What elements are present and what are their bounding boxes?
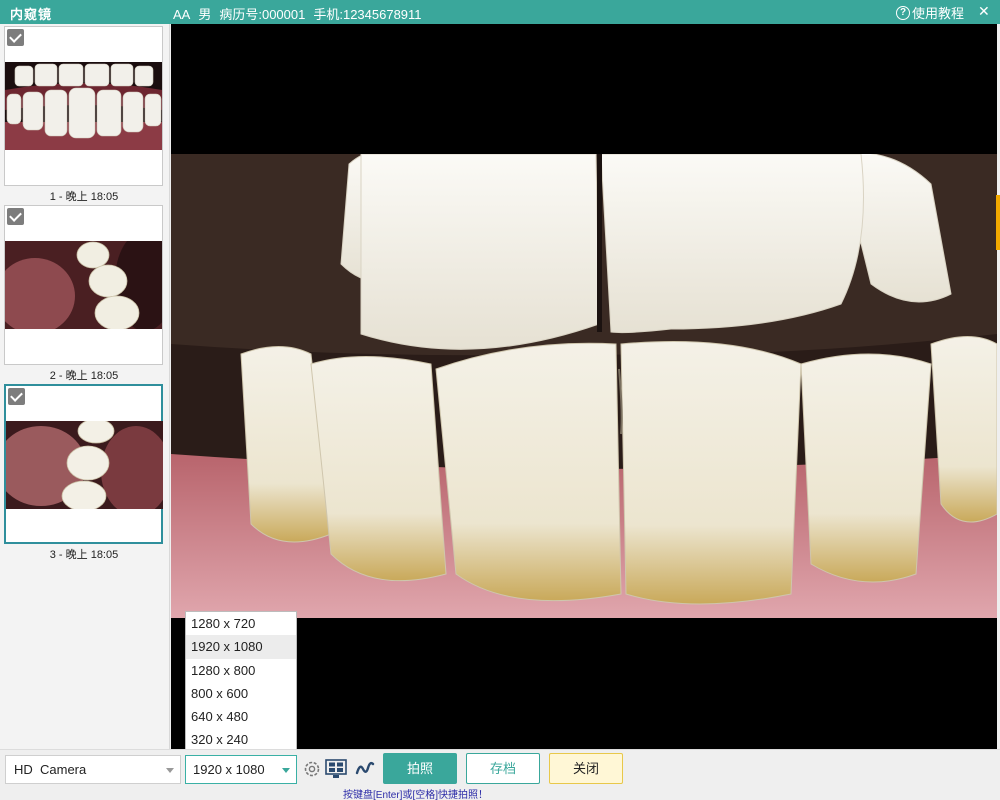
camera-select-value: HD Camera <box>14 762 87 777</box>
title-bar: 内窥镜 AA 男病历号:000001 手机:12345678911 ? 使用教程 ✕ <box>0 0 1000 24</box>
thumbnail-checkbox[interactable] <box>8 388 25 405</box>
thumbnail-checkbox[interactable] <box>7 208 24 225</box>
shortcut-hint: 按键盘[Enter]或[空格]快捷拍照！ <box>343 790 489 800</box>
gear-icon[interactable] <box>302 759 322 779</box>
patient-phone: 手机:12345678911 <box>313 7 422 22</box>
bottom-toolbar: HD Camera 1920 x 1080 拍照 存档 关闭 按键盘[Enter… <box>0 749 1000 800</box>
thumbnail-caption: 2 - 晚上 18:05 <box>49 370 119 382</box>
capture-button[interactable]: 拍照 <box>383 753 457 784</box>
thumbnail-caption: 1 - 晚上 18:05 <box>49 191 119 203</box>
close-button[interactable]: 关闭 <box>549 753 623 784</box>
resolution-option-selected[interactable]: 1920 x 1080 <box>186 635 296 659</box>
thumbnail-checkbox[interactable] <box>7 29 24 46</box>
thumbnail-sidebar: 1 - 晚上 18:05 2 - 晚上 18:05 3 - 晚上 18:05 <box>0 24 170 749</box>
archive-button[interactable]: 存档 <box>466 753 540 784</box>
resolution-select-value: 1920 x 1080 <box>193 762 265 777</box>
patient-name: AA <box>173 7 191 22</box>
patient-info: AA 男病历号:000001 手机:12345678911 <box>173 4 430 23</box>
resolution-option[interactable]: 1280 x 800 <box>186 659 296 682</box>
thumbnail-caption: 3 - 晚上 18:05 <box>49 549 119 561</box>
chevron-down-icon <box>282 768 290 773</box>
resolution-select[interactable]: 1920 x 1080 <box>185 755 297 784</box>
help-circle-icon: ? <box>896 5 910 20</box>
curve-icon[interactable] <box>355 759 375 779</box>
thumbnail-image <box>5 241 162 329</box>
thumbnail-image <box>6 421 163 509</box>
scroll-indicator[interactable] <box>996 195 1000 250</box>
monitor-grid-icon[interactable] <box>325 759 347 779</box>
resolution-option[interactable]: 800 x 600 <box>186 682 296 705</box>
chevron-down-icon <box>166 768 174 773</box>
app-title: 内窥镜 <box>10 7 53 22</box>
thumbnail-card[interactable] <box>4 26 163 186</box>
thumbnail-image <box>5 62 162 150</box>
resolution-dropdown-list: 1280 x 720 1920 x 1080 1280 x 800 800 x … <box>185 611 297 752</box>
thumbnail-card-selected[interactable] <box>4 384 163 544</box>
live-camera-image <box>171 150 998 618</box>
help-label: 使用教程 <box>912 6 965 21</box>
thumbnail-card[interactable] <box>4 205 163 365</box>
window-close-icon[interactable]: ✕ <box>978 3 990 20</box>
patient-gender: 男 <box>198 7 212 22</box>
record-number: 病历号:000001 <box>219 7 306 22</box>
help-tutorial-link[interactable]: ? 使用教程 <box>896 3 964 22</box>
camera-select[interactable]: HD Camera <box>5 755 181 784</box>
resolution-option[interactable]: 640 x 480 <box>186 705 296 728</box>
resolution-option[interactable]: 1280 x 720 <box>186 612 296 635</box>
endoscope-app-window: 内窥镜 AA 男病历号:000001 手机:12345678911 ? 使用教程 ✕ <box>0 0 1000 800</box>
